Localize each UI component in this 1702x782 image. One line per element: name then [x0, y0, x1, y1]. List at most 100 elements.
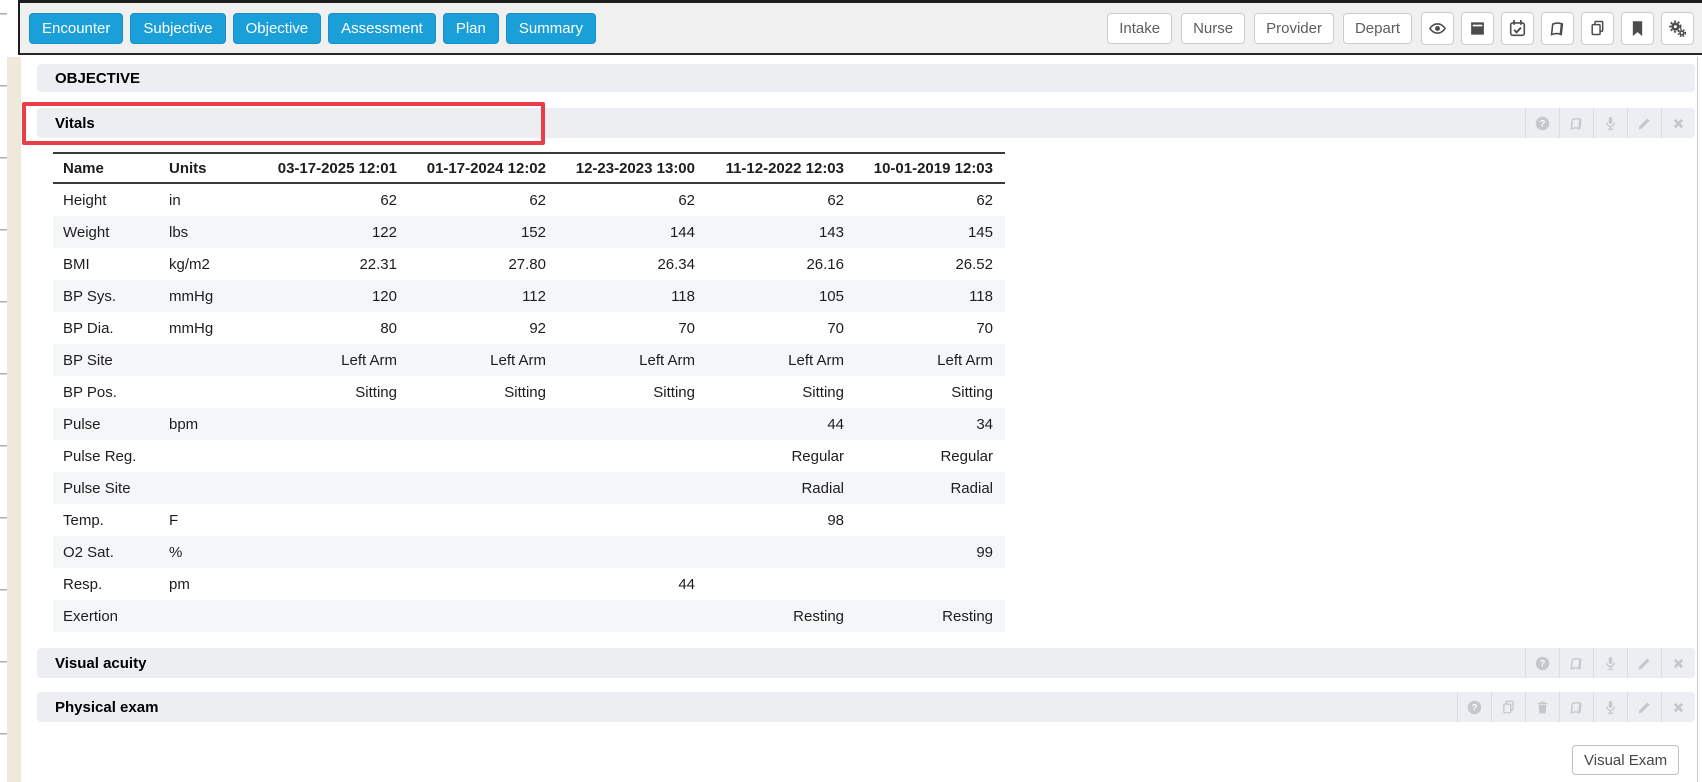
- vitals-cell: [409, 504, 558, 536]
- vitals-cell: 34: [856, 408, 1005, 440]
- eye-icon[interactable]: [1421, 12, 1454, 45]
- bookmark-icon[interactable]: [1621, 12, 1654, 45]
- vitals-row-pulse: Pulsebpm4434: [53, 408, 1005, 440]
- role-button-provider[interactable]: Provider: [1254, 13, 1334, 44]
- vitals-cell: 44: [707, 408, 856, 440]
- svg-text:?: ?: [1540, 118, 1546, 128]
- vitals-cell: pm: [168, 568, 260, 600]
- calendar-check-icon[interactable]: [1501, 12, 1534, 45]
- microphone-icon[interactable]: [1593, 648, 1627, 678]
- top-toolbar: EncounterSubjective ObjectiveAssessmentPl…: [18, 0, 1702, 55]
- vitals-cell: F: [168, 504, 260, 536]
- help-icon[interactable]: ?: [1525, 648, 1559, 678]
- vitals-cell: Resting: [707, 600, 856, 632]
- gears-icon[interactable]: [1661, 12, 1694, 45]
- vitals-cell: Height: [53, 183, 168, 216]
- nav-button-subjective[interactable]: Subjective: [130, 13, 225, 44]
- vitals-cell: mmHg: [168, 312, 260, 344]
- microphone-icon[interactable]: [1593, 108, 1627, 138]
- vitals-cell: 105: [707, 280, 856, 312]
- vitals-cell: [260, 504, 409, 536]
- vitals-cell: lbs: [168, 216, 260, 248]
- vitals-cell: [409, 408, 558, 440]
- vitals-header-icons: ?: [1525, 108, 1695, 138]
- vitals-cell: [409, 600, 558, 632]
- role-buttons: Intake Nurse Provider Depart: [1107, 13, 1412, 44]
- vitals-title: Vitals: [55, 115, 95, 132]
- book-icon[interactable]: [1559, 648, 1593, 678]
- physical-exam-title: Physical exam: [55, 699, 158, 716]
- nav-button-summary[interactable]: Summary: [506, 13, 596, 44]
- svg-text:?: ?: [1540, 658, 1546, 668]
- role-button-depart[interactable]: Depart: [1343, 13, 1412, 44]
- pencil-icon[interactable]: [1627, 108, 1661, 138]
- vitals-cell: Resting: [856, 600, 1005, 632]
- pencil-icon[interactable]: [1627, 648, 1661, 678]
- nav-button-objective[interactable]: Objective: [233, 13, 322, 44]
- vitals-row-exertion: ExertionRestingResting: [53, 600, 1005, 632]
- book-icon[interactable]: [1559, 692, 1593, 722]
- objective-title: OBJECTIVE: [55, 70, 140, 87]
- vitals-cell: 118: [856, 280, 1005, 312]
- vitals-row-bp-site: BP SiteLeft ArmLeft ArmLeft ArmLeft ArmL…: [53, 344, 1005, 376]
- vitals-cell: 27.80: [409, 248, 558, 280]
- vitals-cell: [558, 504, 707, 536]
- physical-exam-header-icons: ?: [1457, 692, 1695, 722]
- vitals-cell: [260, 568, 409, 600]
- vitals-column-header-4: 12-23-2023 13:00: [558, 153, 707, 183]
- vitals-cell: Sitting: [558, 376, 707, 408]
- close-icon[interactable]: [1661, 648, 1695, 678]
- book-icon[interactable]: [1541, 12, 1574, 45]
- pencil-icon[interactable]: [1627, 692, 1661, 722]
- visual-acuity-section-header[interactable]: Visual acuity ?: [37, 648, 1695, 678]
- vitals-cell: Weight: [53, 216, 168, 248]
- physical-exam-section-header[interactable]: Physical exam ?: [37, 692, 1695, 722]
- nav-button-encounter[interactable]: Encounter: [29, 13, 123, 44]
- vitals-cell: [707, 568, 856, 600]
- vitals-cell: [168, 472, 260, 504]
- vitals-column-header-6: 10-01-2019 12:03: [856, 153, 1005, 183]
- nav-button-plan[interactable]: Plan: [443, 13, 499, 44]
- microphone-icon[interactable]: [1593, 692, 1627, 722]
- copy-icon[interactable]: [1581, 12, 1614, 45]
- vitals-section-header[interactable]: Vitals ?: [37, 108, 1695, 138]
- objective-section-header[interactable]: OBJECTIVE: [37, 64, 1695, 92]
- book-icon[interactable]: [1559, 108, 1593, 138]
- vitals-cell: kg/m2: [168, 248, 260, 280]
- vitals-cell: 99: [856, 536, 1005, 568]
- vitals-cell: Sitting: [856, 376, 1005, 408]
- vitals-cell: 120: [260, 280, 409, 312]
- vitals-column-header-5: 11-12-2022 12:03: [707, 153, 856, 183]
- vitals-cell: 70: [558, 312, 707, 344]
- role-button-intake[interactable]: Intake: [1107, 13, 1172, 44]
- visual-exam-button[interactable]: Visual Exam: [1572, 745, 1679, 775]
- trash-icon[interactable]: [1525, 692, 1559, 722]
- vitals-cell: 70: [707, 312, 856, 344]
- vitals-cell: BP Pos.: [53, 376, 168, 408]
- vitals-cell: %: [168, 536, 260, 568]
- vitals-cell: [558, 536, 707, 568]
- left-side-strip: [7, 57, 21, 782]
- help-icon[interactable]: ?: [1457, 692, 1491, 722]
- vitals-row-bp-dia: BP Dia.mmHg8092707070: [53, 312, 1005, 344]
- help-icon[interactable]: ?: [1525, 108, 1559, 138]
- vitals-row-resp: Resp.pm44: [53, 568, 1005, 600]
- role-button-nurse[interactable]: Nurse: [1181, 13, 1245, 44]
- vitals-cell: [409, 568, 558, 600]
- vitals-cell: [168, 440, 260, 472]
- visual-acuity-title: Visual acuity: [55, 655, 146, 672]
- vitals-cell: [856, 568, 1005, 600]
- vitals-cell: Left Arm: [856, 344, 1005, 376]
- copy-icon[interactable]: [1491, 692, 1525, 722]
- close-icon[interactable]: [1661, 108, 1695, 138]
- vitals-cell: [707, 536, 856, 568]
- vitals-cell: O2 Sat.: [53, 536, 168, 568]
- close-icon[interactable]: [1661, 692, 1695, 722]
- vitals-cell: [409, 472, 558, 504]
- vitals-cell: Radial: [856, 472, 1005, 504]
- vitals-cell: Radial: [707, 472, 856, 504]
- vitals-row-bmi: BMIkg/m222.3127.8026.3426.1626.52: [53, 248, 1005, 280]
- vitals-cell: [260, 536, 409, 568]
- nav-button-assessment[interactable]: Assessment: [328, 13, 436, 44]
- archive-box-icon[interactable]: [1461, 12, 1494, 45]
